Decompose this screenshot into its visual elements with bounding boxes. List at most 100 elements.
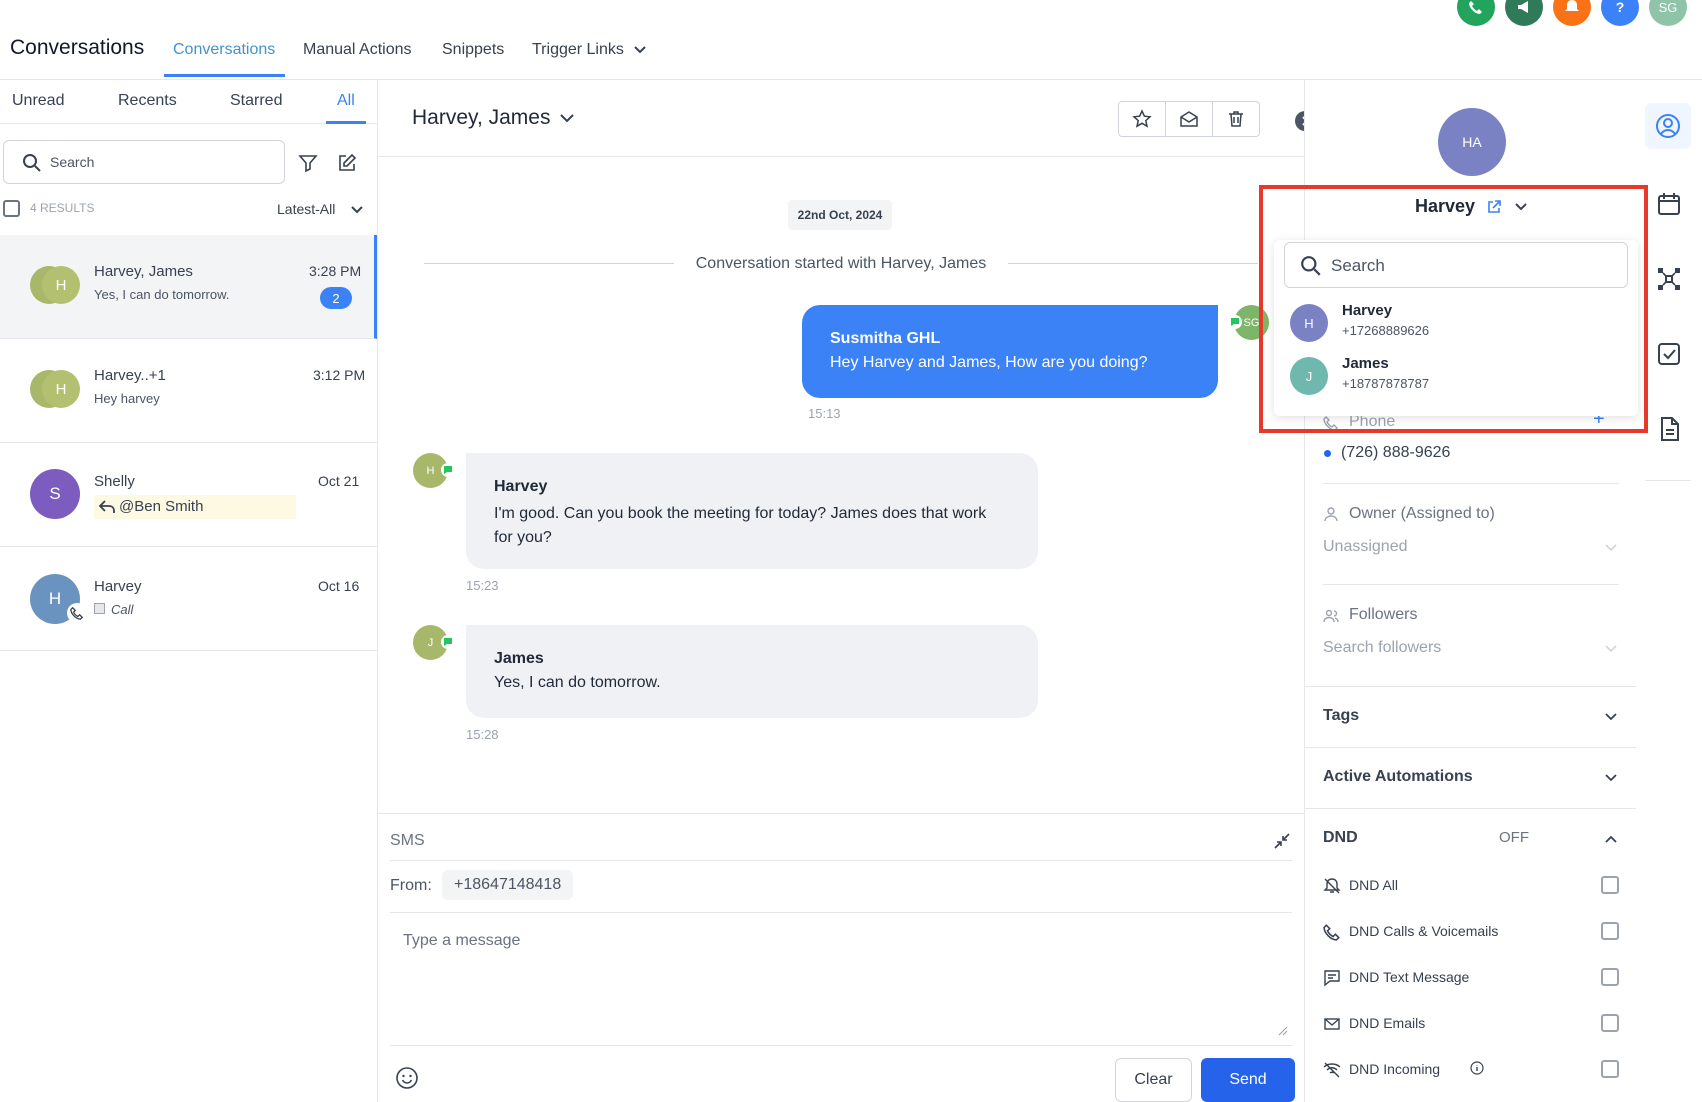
dnd-all-checkbox[interactable] (1601, 876, 1619, 894)
filter-icon[interactable] (298, 153, 318, 173)
megaphone-icon (1516, 0, 1532, 15)
tab-trigger-links[interactable]: Trigger Links (532, 41, 647, 59)
sms-badge (441, 463, 455, 477)
dnd-option-label: DND All (1349, 877, 1399, 893)
phone-icon (1323, 923, 1341, 941)
message-textarea[interactable]: Type a message (390, 920, 1292, 1038)
sort-label: Latest-All (277, 201, 336, 217)
delete-button[interactable] (1212, 101, 1260, 137)
chat-bubble-icon (443, 465, 453, 475)
chat-panel: Harvey, James 22nd Oct, 2024 Conversatio… (378, 80, 1315, 1102)
message-time: 15:23 (466, 578, 499, 593)
announcement-button[interactable] (1505, 0, 1543, 26)
dnd-emails-row[interactable]: DND Emails (1323, 1012, 1619, 1036)
incoming-message: Harvey I'm good. Can you book the meetin… (466, 453, 1038, 569)
conversation-item[interactable]: H Harvey..+1 Hey harvey 3:12 PM (0, 339, 377, 443)
dnd-text-checkbox[interactable] (1601, 968, 1619, 986)
star-icon (1132, 109, 1152, 129)
help-button[interactable]: ? (1601, 0, 1639, 26)
send-button[interactable]: Send (1201, 1058, 1295, 1102)
tab-all[interactable]: All (337, 92, 355, 110)
conversation-item[interactable]: H Harvey, James Yes, I can do tomorrow. … (0, 235, 377, 339)
task-check-icon[interactable] (1656, 341, 1682, 367)
dnd-emails-checkbox[interactable] (1601, 1014, 1619, 1032)
conversation-item[interactable]: H Harvey Call Oct 16 (0, 547, 377, 651)
tab-manual-actions[interactable]: Manual Actions (303, 41, 412, 59)
network-icon[interactable] (1656, 266, 1682, 292)
results-count: 4 RESULTS (30, 201, 95, 215)
calendar-icon[interactable] (1656, 191, 1682, 217)
followers-label: Followers (1349, 606, 1418, 623)
tab-unread[interactable]: Unread (12, 92, 64, 110)
tab-snippets[interactable]: Snippets (442, 41, 504, 59)
dnd-incoming-checkbox[interactable] (1601, 1060, 1619, 1078)
emoji-icon[interactable] (395, 1066, 419, 1090)
contact-tab-button[interactable] (1645, 103, 1691, 149)
dnd-option-label: DND Incoming (1349, 1061, 1441, 1077)
conversation-search-input[interactable]: Search (3, 140, 285, 184)
search-icon (22, 153, 42, 173)
divider-line (390, 860, 1292, 861)
top-header: Conversations Conversations Manual Actio… (0, 0, 1702, 80)
dnd-option-label: DND Text Message (1349, 969, 1470, 985)
chat-title: Harvey, James (412, 106, 551, 129)
avatar: H (42, 370, 80, 408)
info-icon[interactable] (1470, 1061, 1484, 1075)
composer-divider (378, 813, 1304, 814)
owner-label: Owner (Assigned to) (1349, 505, 1495, 522)
conversation-time: 3:28 PM (309, 263, 362, 279)
followers-select[interactable]: Search followers (1323, 637, 1619, 667)
dnd-section-toggle[interactable]: DND OFF (1305, 809, 1637, 869)
chevron-up-icon (1605, 835, 1617, 843)
dnd-status: OFF (1499, 829, 1529, 846)
dnd-option-label: DND Emails (1349, 1015, 1426, 1031)
envelope-open-icon (1179, 109, 1199, 129)
tags-section-toggle[interactable]: Tags (1305, 687, 1637, 747)
mail-icon (1323, 1015, 1341, 1033)
bell-icon (1564, 0, 1580, 15)
from-number-select[interactable]: +18647148418 (442, 870, 574, 900)
call-log-icon (94, 603, 105, 614)
chevron-down-icon (1605, 544, 1617, 552)
user-avatar-button[interactable]: SG (1649, 0, 1687, 26)
phone-button[interactable] (1457, 0, 1495, 26)
mark-read-button[interactable] (1165, 101, 1213, 137)
sort-dropdown[interactable]: Latest-All (277, 201, 363, 217)
chevron-down-icon (1605, 645, 1617, 653)
outgoing-message: Susmitha GHL Hey Harvey and James, How a… (802, 305, 1218, 398)
dnd-text-row[interactable]: DND Text Message (1323, 966, 1619, 990)
conversation-time: Oct 16 (318, 578, 360, 594)
notifications-button[interactable] (1553, 0, 1591, 26)
owner-select[interactable]: Unassigned (1323, 536, 1619, 566)
conversation-preview: Hey harvey (94, 391, 160, 406)
conversation-item[interactable]: S Shelly @Ben Smith Oct 21 (0, 443, 377, 547)
tab-conversations[interactable]: Conversations (173, 41, 275, 59)
dnd-label: DND (1323, 829, 1358, 846)
dnd-incoming-row[interactable]: DND Incoming (1323, 1058, 1619, 1082)
dnd-all-row[interactable]: DND All (1323, 874, 1619, 898)
chat-bubble-icon (443, 637, 453, 647)
clear-button[interactable]: Clear (1115, 1058, 1192, 1102)
star-button[interactable] (1118, 101, 1166, 137)
select-all-checkbox[interactable] (3, 200, 20, 217)
conversation-preview: Yes, I can do tomorrow. (94, 287, 230, 302)
tab-starred[interactable]: Starred (230, 92, 282, 110)
collapse-icon[interactable] (1273, 832, 1291, 850)
divider-line (390, 912, 1292, 913)
automations-section-toggle[interactable]: Active Automations (1305, 748, 1637, 808)
dnd-calls-checkbox[interactable] (1601, 922, 1619, 940)
chat-title-dropdown[interactable]: Harvey, James (412, 106, 575, 130)
tab-recents[interactable]: Recents (118, 92, 177, 110)
tabs-divider (0, 123, 378, 124)
compose-icon[interactable] (337, 153, 357, 173)
document-icon[interactable] (1656, 416, 1682, 442)
question-icon: ? (1615, 0, 1625, 15)
search-placeholder: Search (50, 154, 95, 170)
dnd-calls-row[interactable]: DND Calls & Voicemails (1323, 920, 1619, 944)
resize-handle-icon[interactable] (1278, 1026, 1288, 1036)
conversation-preview: Call (111, 602, 134, 617)
user-initials: SG (1658, 0, 1678, 15)
incoming-message: James Yes, I can do tomorrow. (466, 625, 1038, 718)
mention-preview: @Ben Smith (94, 495, 296, 519)
tab-trigger-links-label: Trigger Links (532, 41, 624, 58)
